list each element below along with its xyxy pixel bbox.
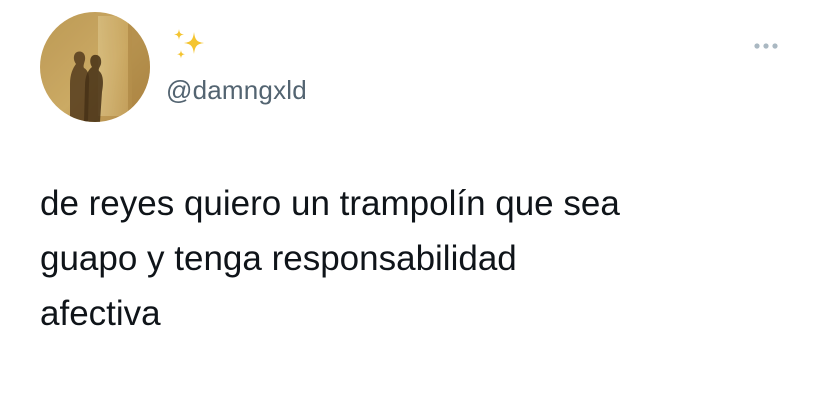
sparkles-icon [174, 29, 204, 59]
more-button[interactable] [748, 34, 788, 58]
tweet: @damngxld de reyes quiero un trampolín q… [0, 0, 828, 400]
avatar-image [40, 12, 150, 122]
author-handle[interactable]: @damngxld [166, 74, 307, 106]
author-avatar[interactable] [40, 12, 150, 122]
display-name-sparkles[interactable] [170, 26, 210, 66]
more-dots-icon [754, 43, 778, 49]
tweet-text: de reyes quiero un trampolín que sea gua… [40, 184, 620, 333]
